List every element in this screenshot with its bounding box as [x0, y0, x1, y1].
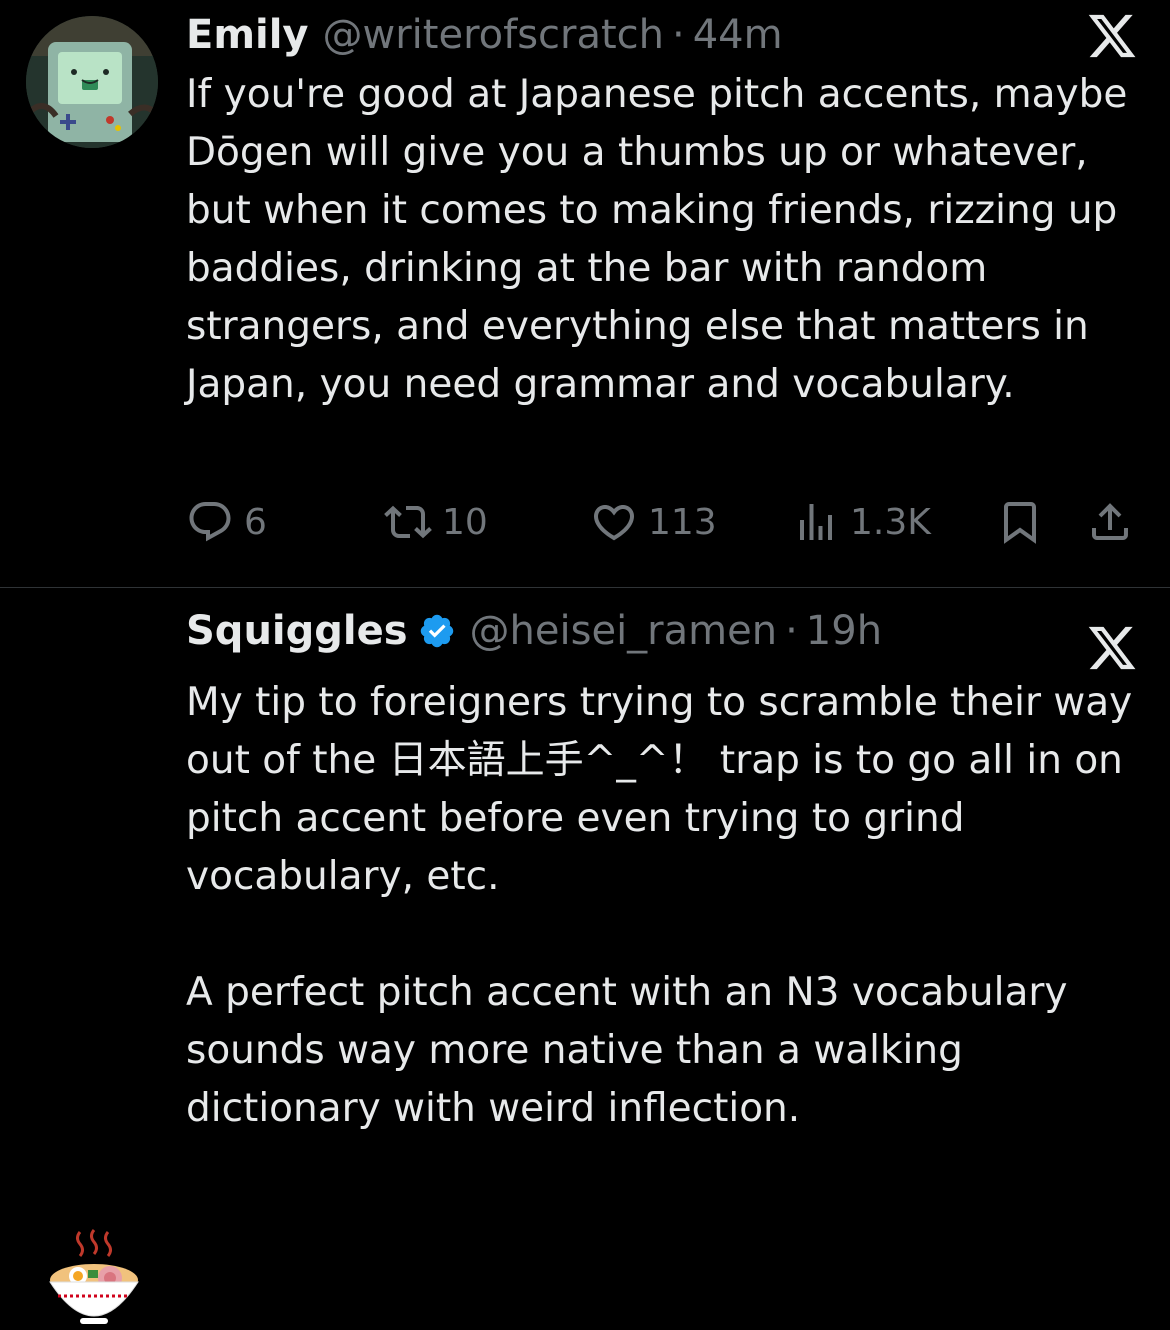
tweet-squiggles[interactable]: Squiggles @heisei_ramen · 19h My tip to … [0, 588, 1170, 1324]
share-icon [1092, 503, 1128, 540]
reply-button[interactable]: 6 [186, 496, 267, 548]
view-count: 1.3K [850, 501, 931, 543]
bmo-avatar-image [26, 16, 158, 148]
repost-icon [384, 505, 432, 539]
timestamp[interactable]: 44m [693, 12, 783, 58]
separator-dot: · [672, 12, 685, 58]
x-logo-icon[interactable] [1086, 10, 1138, 62]
tweet-text: My tip to foreigners trying to scramble … [186, 674, 1156, 1138]
avatar[interactable] [26, 16, 158, 148]
tweet-header: Squiggles @heisei_ramen · 19h [186, 606, 882, 656]
tweet-header: Emily @writerofscratch · 44m [186, 10, 783, 60]
timestamp[interactable]: 19h [806, 608, 882, 654]
views-icon [800, 504, 832, 540]
display-name[interactable]: Squiggles [186, 608, 408, 654]
tweet-paragraph: If you're good at Japanese pitch accents… [186, 72, 1140, 407]
reply-count: 6 [244, 501, 267, 543]
share-button[interactable] [1086, 496, 1134, 548]
views-button[interactable]: 1.3K [792, 496, 931, 548]
display-name[interactable]: Emily [186, 12, 309, 58]
reply-icon [189, 502, 231, 542]
bookmark-icon [1004, 502, 1036, 544]
x-logo-icon[interactable] [1086, 622, 1138, 674]
bookmark-button[interactable] [996, 496, 1044, 548]
separator-dot: · [785, 608, 798, 654]
user-handle[interactable]: @writerofscratch [323, 12, 665, 58]
verified-badge-icon [420, 614, 453, 648]
tweet-emily[interactable]: Emily @writerofscratch · 44m If you're g… [0, 0, 1170, 587]
heart-icon [593, 505, 635, 541]
tweet-paragraph: My tip to foreigners trying to scramble … [186, 680, 1145, 899]
repost-button[interactable]: 10 [384, 496, 488, 548]
ramen-bowl-icon [49, 1229, 139, 1324]
tweet-actions: 6 10 113 1.3K [186, 496, 1140, 548]
avatar[interactable] [44, 1220, 144, 1330]
like-count: 113 [648, 501, 717, 543]
tweet-text: If you're good at Japanese pitch accents… [186, 66, 1156, 414]
tweet-paragraph: A perfect pitch accent with an N3 vocabu… [186, 970, 1080, 1131]
repost-count: 10 [442, 501, 488, 543]
user-handle[interactable]: @heisei_ramen [470, 608, 778, 654]
like-button[interactable]: 113 [590, 496, 717, 548]
